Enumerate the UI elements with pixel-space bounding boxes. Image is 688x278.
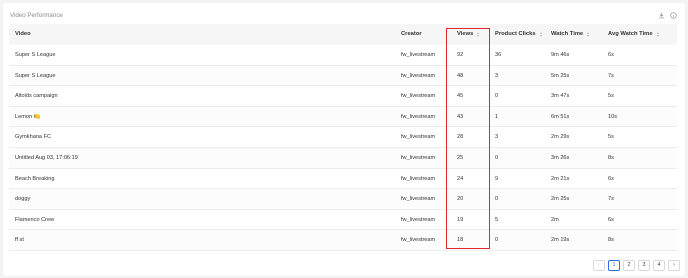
cell-watch-time: 6m 51s	[551, 113, 570, 120]
table-row[interactable]: Altoids campaign fw_livestream 45 0 3m 4…	[9, 86, 677, 107]
col-header-product-clicks[interactable]: Product Clicks	[495, 24, 542, 45]
cell-video: Untitled Aug 03, 17:06:19	[15, 154, 78, 161]
cell-video: Altoids campaign	[15, 93, 58, 100]
cell-avg-watch-time: 8s	[608, 154, 614, 161]
cell-video: Super S League	[15, 52, 56, 58]
cell-clicks: 0	[495, 196, 499, 203]
cell-clicks: 1	[495, 113, 499, 120]
col-header-creator: Creator	[401, 31, 422, 37]
cell-watch-time: 5m 25s	[551, 72, 570, 79]
pagination: ‹ 1 2 3 4 ›	[593, 260, 680, 271]
cell-creator: fw_livestream	[401, 196, 436, 203]
cell-clicks: 5	[495, 216, 499, 223]
col-header-avg-label: Avg Watch Time	[608, 31, 653, 37]
prev-page-button[interactable]: ‹	[593, 260, 605, 271]
col-header-clicks-label: Product Clicks	[495, 31, 536, 37]
page-button-4[interactable]: 4	[653, 260, 665, 271]
cell-video: Super S League	[15, 72, 56, 79]
cell-creator: fw_livestream	[401, 72, 436, 79]
cell-video: doggy	[15, 196, 31, 203]
col-header-views[interactable]: Views	[457, 24, 480, 45]
table-row[interactable]: Super S League fw_livestream 48 3 5m 25s…	[9, 65, 677, 87]
cell-watch-time: 3m 26s	[551, 154, 570, 161]
cell-creator: fw_livestream	[401, 154, 436, 161]
cell-watch-time: 2m 25s	[551, 196, 570, 203]
cell-clicks: 0	[495, 93, 499, 100]
download-icon[interactable]	[658, 12, 665, 19]
cell-views: 24	[457, 175, 464, 182]
page-button-2[interactable]: 2	[623, 260, 635, 271]
cell-creator: fw_livestream	[401, 175, 436, 182]
cell-views: 48	[457, 72, 464, 79]
video-table: Video Creator Views Product Clicks Watch…	[9, 24, 677, 251]
cell-watch-time: 2m	[551, 216, 559, 223]
sort-icon[interactable]	[477, 32, 480, 37]
table-row[interactable]: Untitled Aug 03, 17:06:19 fw_livestream …	[9, 147, 677, 169]
cell-clicks: 3	[495, 134, 499, 141]
cell-video: Beach Breaking	[15, 175, 55, 182]
col-header-watch-label: Watch Time	[551, 31, 584, 37]
cell-video: ff st	[15, 237, 24, 244]
cell-watch-time: 9m 46s	[551, 52, 570, 58]
sort-icon[interactable]	[539, 32, 542, 37]
table-body: Super S League fw_livestream 92 36 9m 46…	[9, 45, 677, 251]
table-row[interactable]: Super S League fw_livestream 92 36 9m 46…	[9, 45, 677, 66]
cell-views: 19	[457, 216, 464, 223]
cell-views: 92	[457, 52, 464, 58]
table-row[interactable]: Flamenco Crew fw_livestream 19 5 2m 6s	[9, 210, 677, 231]
cell-video: Flamenco Crew	[15, 216, 55, 223]
cell-creator: fw_livestream	[401, 216, 436, 223]
cell-avg-watch-time: 6s	[608, 175, 614, 182]
cell-creator: fw_livestream	[401, 237, 436, 244]
cell-avg-watch-time: 6s	[608, 216, 614, 223]
col-header-watch-time[interactable]: Watch Time	[551, 24, 590, 45]
cell-watch-time: 2m 19s	[551, 237, 570, 244]
cell-avg-watch-time: 8s	[608, 237, 614, 244]
sort-icon[interactable]	[587, 32, 590, 37]
card-actions	[658, 12, 677, 19]
table-row[interactable]: ff st fw_livestream 18 0 2m 19s 8s	[9, 230, 677, 251]
cell-clicks: 0	[495, 237, 499, 244]
info-icon[interactable]	[670, 12, 677, 19]
cell-avg-watch-time: 5s	[608, 134, 614, 141]
cell-creator: fw_livestream	[401, 93, 436, 100]
table-row[interactable]: Beach Breaking fw_livestream 24 9 2m 21s…	[9, 169, 677, 190]
cell-avg-watch-time: 5s	[608, 93, 614, 100]
cell-avg-watch-time: 7s	[608, 72, 614, 79]
cell-clicks: 3	[495, 72, 499, 79]
cell-views: 25	[457, 154, 464, 161]
cell-creator: fw_livestream	[401, 134, 436, 141]
cell-watch-time: 3m 47s	[551, 93, 570, 100]
cell-watch-time: 2m 29s	[551, 134, 570, 141]
cell-clicks: 36	[495, 52, 502, 58]
table-row[interactable]: Lemon 🍋 fw_livestream 43 1 6m 51s 10s	[9, 106, 677, 128]
cell-clicks: 0	[495, 154, 499, 161]
cell-video: Gymkhana FC	[15, 134, 52, 141]
col-header-video: Video	[15, 31, 31, 37]
cell-avg-watch-time: 6s	[608, 52, 614, 58]
table-row[interactable]: Gymkhana FC fw_livestream 28 3 2m 29s 5s	[9, 127, 677, 148]
cell-video: Lemon 🍋	[15, 113, 41, 120]
next-page-button[interactable]: ›	[668, 260, 680, 271]
card-title: Video Performance	[10, 12, 63, 19]
cell-clicks: 9	[495, 175, 499, 182]
cell-creator: fw_livestream	[401, 52, 436, 58]
cell-views: 28	[457, 134, 464, 141]
cell-avg-watch-time: 10s	[608, 113, 618, 120]
table-header: Video Creator Views Product Clicks Watch…	[9, 24, 677, 45]
col-header-avg-watch-time[interactable]: Avg Watch Time	[608, 24, 659, 45]
page-button-3[interactable]: 3	[638, 260, 650, 271]
sort-icon[interactable]	[656, 32, 659, 37]
cell-watch-time: 2m 21s	[551, 175, 570, 182]
table-row[interactable]: doggy fw_livestream 20 0 2m 25s 7s	[9, 189, 677, 210]
page-button-1[interactable]: 1	[608, 260, 620, 271]
cell-creator: fw_livestream	[401, 113, 436, 120]
cell-avg-watch-time: 7s	[608, 196, 614, 203]
col-header-views-label: Views	[457, 31, 474, 37]
cell-views: 43	[457, 113, 464, 120]
cell-views: 20	[457, 196, 464, 203]
cell-views: 18	[457, 237, 464, 244]
cell-views: 45	[457, 93, 464, 100]
